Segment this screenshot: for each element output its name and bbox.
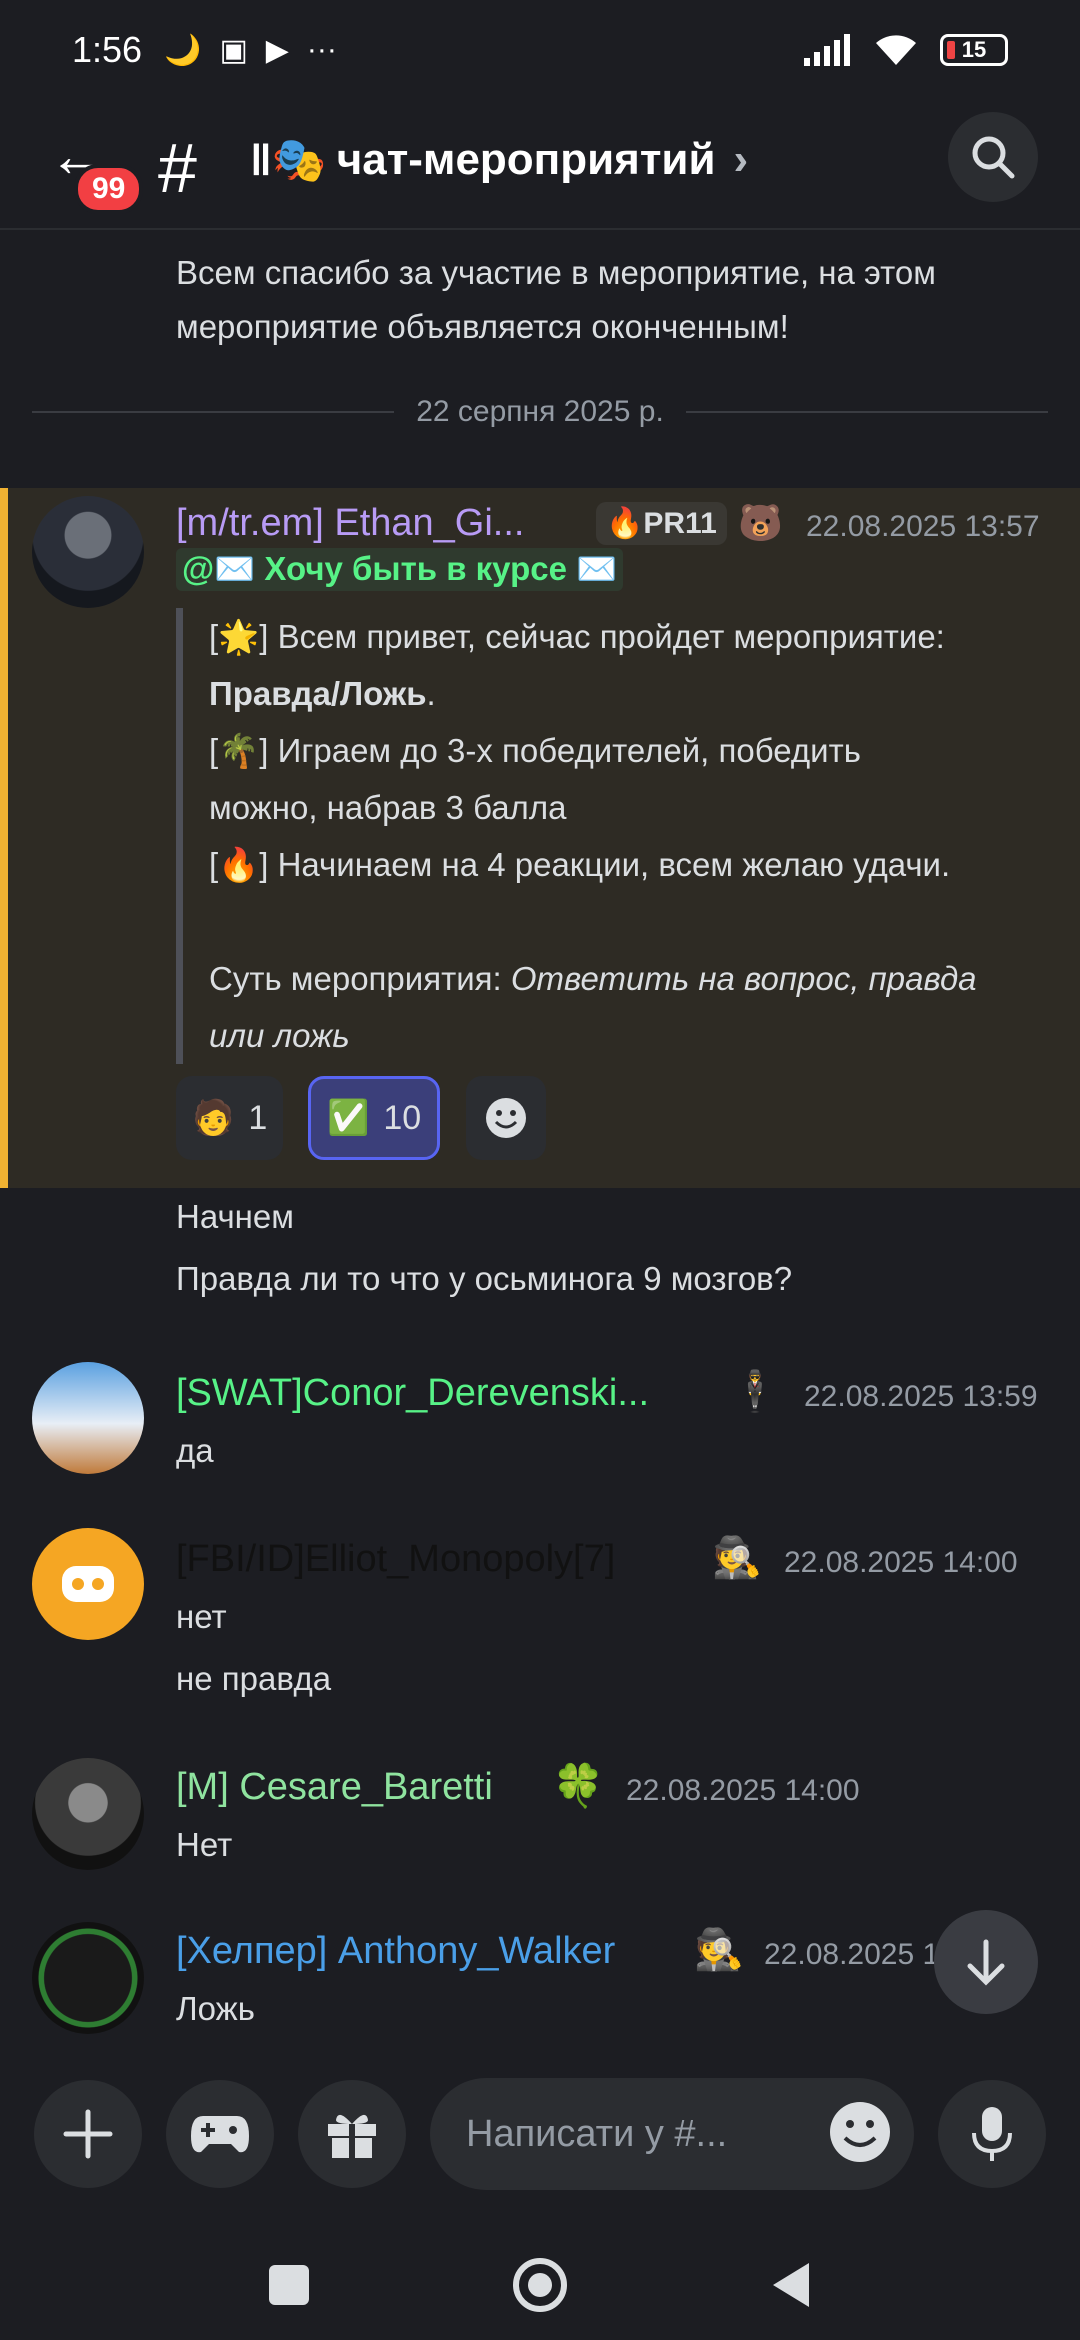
message-text: нет [176, 1598, 227, 1635]
avatar[interactable] [32, 1362, 144, 1474]
search-button[interactable] [948, 112, 1038, 202]
channel-hash-icon: # [158, 129, 197, 207]
fire-icon: 🔥 [218, 846, 260, 883]
message-text: да [176, 1432, 214, 1469]
spy-badge-icon: 🕵 [712, 1536, 762, 1580]
arrow-down-icon [967, 1939, 1005, 1986]
star-icon: 🌟 [218, 618, 260, 655]
avatar[interactable] [32, 1922, 144, 2034]
gift-button[interactable] [298, 2080, 406, 2188]
channel-header: ← 99 # ‖🎭 чат-мероприятий › [0, 100, 1080, 230]
signal-icon [804, 34, 850, 66]
activities-button[interactable] [166, 2080, 274, 2188]
discord-logo-icon [62, 1566, 114, 1602]
channel-title[interactable]: ‖🎭 чат-мероприятий › [250, 134, 748, 186]
message-text: мероприятие объявляется оконченным! [176, 308, 789, 345]
avatar[interactable] [32, 496, 144, 608]
battery-icon: 15 [940, 34, 1008, 66]
plus-icon [63, 2109, 113, 2159]
back-nav-button[interactable] [769, 2261, 813, 2309]
voice-message-button[interactable] [938, 2080, 1046, 2188]
date-divider: 22 серпня 2025 р. [32, 392, 1048, 432]
timestamp: 22.08.2025 14:00 [784, 1546, 1018, 1579]
timestamp: 22.08.2025 14:00 [626, 1774, 860, 1807]
add-reaction-button[interactable] [466, 1076, 546, 1160]
timestamp: 22.08.2025 1 [764, 1938, 940, 1971]
message-text: не правда [176, 1660, 332, 1697]
home-button[interactable] [511, 2256, 569, 2314]
message-text: Всем спасибо за участие в мероприятие, н… [176, 254, 936, 291]
search-icon [972, 136, 1015, 179]
avatar[interactable] [32, 1528, 144, 1640]
username[interactable]: [M] Cesare_Baretti [176, 1766, 493, 1809]
message-text: Нет [176, 1826, 233, 1863]
app-icon: ▣ [219, 33, 248, 67]
reaction-count: 1 [248, 1098, 268, 1137]
smiley-icon [486, 1098, 526, 1138]
channel-emoji: ‖🎭 [250, 136, 327, 185]
message-list[interactable]: Всем спасибо за участие в мероприятие, н… [0, 232, 1080, 2052]
quote-block: [🌟] Всем привет, сейчас пройдет мероприя… [176, 608, 1056, 1064]
gamepad-icon [191, 2116, 249, 2153]
avatar[interactable] [32, 1758, 144, 1870]
gift-icon [328, 2114, 376, 2158]
message-text: Ложь [176, 1990, 255, 2027]
bear-badge-icon: 🐻 [738, 502, 783, 543]
message-text: Начнем [176, 1198, 294, 1235]
smiley-icon [830, 2102, 890, 2162]
timestamp: 22.08.2025 13:57 [806, 510, 1040, 543]
reaction-button[interactable]: ✅ 10 [308, 1076, 441, 1160]
spy-badge-icon: 🕵 [694, 1928, 744, 1972]
username[interactable]: [SWAT]Conor_Derevenski... [176, 1372, 649, 1415]
message-input[interactable]: Написати у #... [430, 2078, 914, 2190]
badge-icon: 🕴 [730, 1370, 780, 1414]
timestamp: 22.08.2025 13:59 [804, 1380, 1038, 1413]
microphone-icon [972, 2107, 1012, 2161]
clover-icon: 🍀 [552, 1762, 605, 1809]
username[interactable]: [Хелпер] Anthony_Walker [176, 1930, 615, 1973]
emoji-picker-button[interactable] [828, 2100, 892, 2174]
reaction-button[interactable]: 🧑 1 [176, 1076, 284, 1160]
add-attachment-button[interactable] [34, 2080, 142, 2188]
unread-badge: 99 [74, 164, 144, 214]
wifi-icon [876, 35, 916, 65]
notification-icon: 🌙 [164, 33, 202, 67]
username[interactable]: [FBI/ID]Elliot_Monopoly[7] [176, 1538, 615, 1581]
youtube-icon: ▶ [265, 33, 289, 67]
username[interactable]: [m/tr.em] Ethan_Gi... [176, 502, 524, 545]
system-nav-bar [0, 2230, 1080, 2340]
reaction-count: 10 [383, 1098, 422, 1137]
jump-to-present-button[interactable] [934, 1910, 1038, 2014]
status-bar: 1:56 🌙 ▣ ▶ ··· 15 [0, 0, 1080, 100]
recents-button[interactable] [267, 2263, 311, 2307]
message-composer: Написати у #... [0, 2070, 1080, 2190]
more-dots-icon: ··· [306, 33, 337, 66]
role-tag[interactable]: 🔥PR11 [596, 502, 727, 545]
channel-name: чат-мероприятий [336, 135, 716, 184]
palm-icon: 🌴 [218, 732, 260, 769]
checkmark-icon: ✅ [327, 1099, 370, 1137]
flame-icon: 🔥 [606, 507, 644, 540]
message-input-placeholder: Написати у #... [466, 2112, 728, 2155]
message-text: Правда ли то что у осьминога 9 мозгов? [176, 1260, 793, 1297]
clock: 1:56 [72, 29, 143, 70]
reaction-emoji: 🧑 [192, 1099, 235, 1137]
role-mention[interactable]: @✉️ Хочу быть в курсе ✉️ [176, 548, 624, 591]
chevron-right-icon: › [733, 135, 749, 184]
